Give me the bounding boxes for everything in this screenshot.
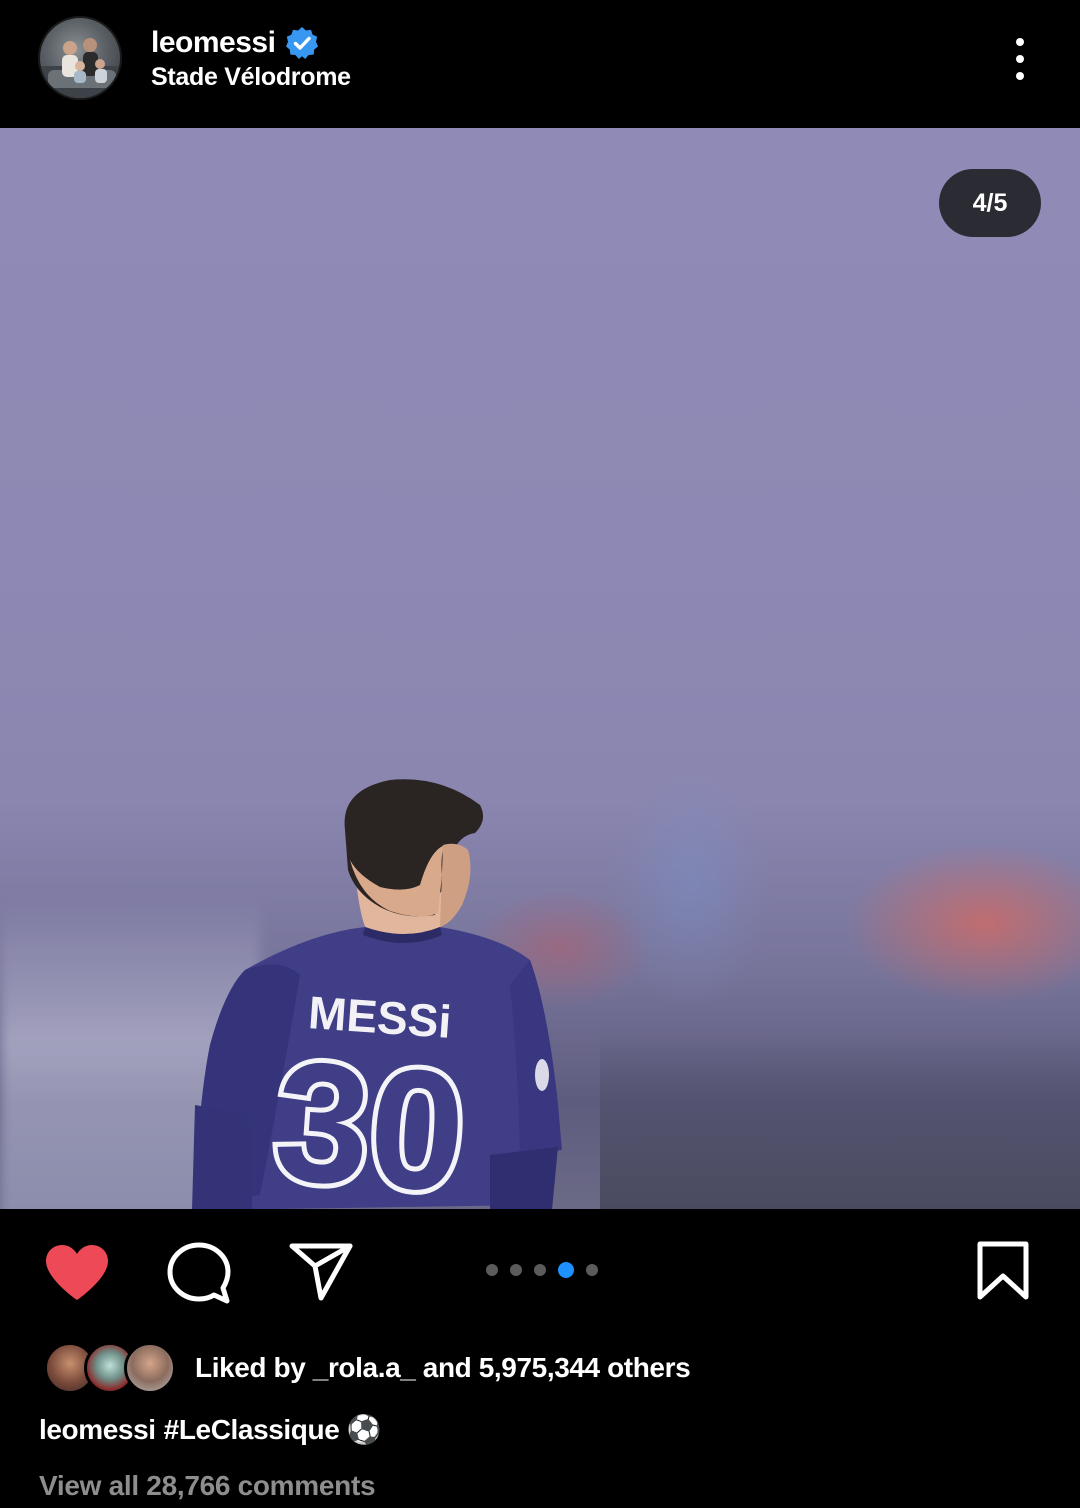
caption-text[interactable]: #LeClassique ⚽ xyxy=(164,1413,382,1446)
avatar-photo-icon xyxy=(40,38,120,98)
more-dot-icon xyxy=(1016,38,1024,46)
comment-icon[interactable] xyxy=(166,1241,232,1305)
carousel-dot xyxy=(486,1264,498,1276)
username[interactable]: leomessi xyxy=(151,26,276,60)
player-figure: MESSi 30 30 xyxy=(192,779,562,1210)
verified-badge-icon xyxy=(286,27,319,59)
post-header: leomessi Stade Vélodrome xyxy=(0,0,1080,128)
carousel-dot xyxy=(534,1264,546,1276)
jersey-number: 30 xyxy=(269,1026,471,1210)
more-dot-icon xyxy=(1016,72,1024,80)
user-avatar[interactable] xyxy=(38,16,122,100)
carousel-indicator xyxy=(486,1262,598,1278)
location-link[interactable]: Stade Vélodrome xyxy=(151,63,351,92)
caption-username[interactable]: leomessi xyxy=(39,1414,156,1446)
view-comments-link[interactable]: View all 28,766 comments xyxy=(39,1470,376,1502)
carousel-dot xyxy=(510,1264,522,1276)
bookmark-icon[interactable] xyxy=(975,1241,1031,1301)
username-row: leomessi xyxy=(151,24,319,62)
carousel-dot xyxy=(586,1264,598,1276)
carousel-counter: 4/5 xyxy=(939,169,1041,237)
more-dot-icon xyxy=(1016,55,1024,63)
send-icon[interactable] xyxy=(288,1242,354,1302)
caption: leomessi #LeClassique ⚽ xyxy=(39,1413,382,1446)
stadium-shadow xyxy=(600,1028,1080,1209)
more-options-button[interactable] xyxy=(998,30,1042,88)
carousel-dot-active xyxy=(558,1262,574,1278)
liker-avatar xyxy=(124,1342,176,1394)
likes-summary[interactable]: Liked by _rola.a_ and 5,975,344 others xyxy=(195,1352,691,1384)
heart-filled-icon[interactable] xyxy=(44,1244,110,1302)
liker-avatars[interactable] xyxy=(44,1342,176,1394)
